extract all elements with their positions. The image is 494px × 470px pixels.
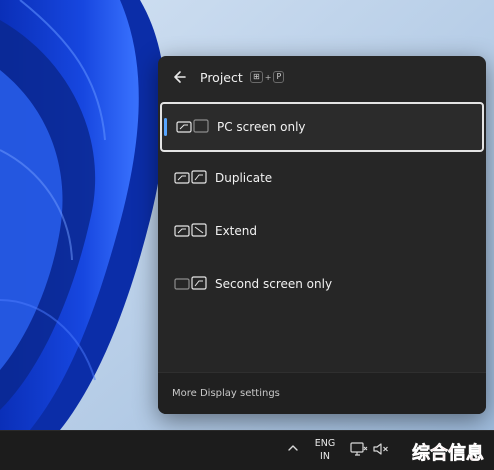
option-label: Extend xyxy=(215,224,257,238)
p-key: P xyxy=(273,71,285,83)
keyboard-shortcut: ⊞ + P xyxy=(250,71,285,83)
language-indicator[interactable]: ENG IN xyxy=(310,437,340,463)
option-label: Duplicate xyxy=(215,171,273,185)
panel-footer: More Display settings xyxy=(158,372,486,414)
language-code: ENG xyxy=(314,438,336,449)
panel-header: Project ⊞ + P xyxy=(158,56,486,100)
back-arrow-icon[interactable] xyxy=(170,66,192,88)
duplicate-icon xyxy=(174,170,207,184)
more-display-settings-link[interactable]: More Display settings xyxy=(172,388,280,399)
network-display-icon[interactable] xyxy=(350,441,368,457)
selected-indicator xyxy=(164,118,167,136)
second-screen-only-icon xyxy=(174,276,207,290)
option-second-screen-only[interactable]: Second screen only xyxy=(160,261,484,311)
option-duplicate[interactable]: Duplicate xyxy=(160,155,484,205)
windows-key-icon: ⊞ xyxy=(250,71,263,83)
project-panel: Project ⊞ + P PC screen only Duplicate E… xyxy=(158,56,486,414)
option-label: PC screen only xyxy=(217,120,306,134)
watermark-text: 综合信息 xyxy=(412,442,484,464)
volume-muted-icon[interactable] xyxy=(372,441,390,457)
panel-title: Project xyxy=(200,70,243,85)
option-extend[interactable]: Extend xyxy=(160,208,484,258)
back-arrow-svg xyxy=(174,71,186,83)
chevron-up-icon[interactable] xyxy=(286,441,300,455)
option-pc-screen-only[interactable]: PC screen only xyxy=(160,102,484,152)
shortcut-plus: + xyxy=(264,72,272,82)
region-code: IN xyxy=(320,451,330,462)
watermark-logo: 综合信息 xyxy=(412,442,485,465)
chevron-up-svg xyxy=(288,445,298,451)
pc-screen-only-icon xyxy=(176,119,209,133)
option-label: Second screen only xyxy=(215,277,333,291)
extend-icon xyxy=(174,223,207,237)
